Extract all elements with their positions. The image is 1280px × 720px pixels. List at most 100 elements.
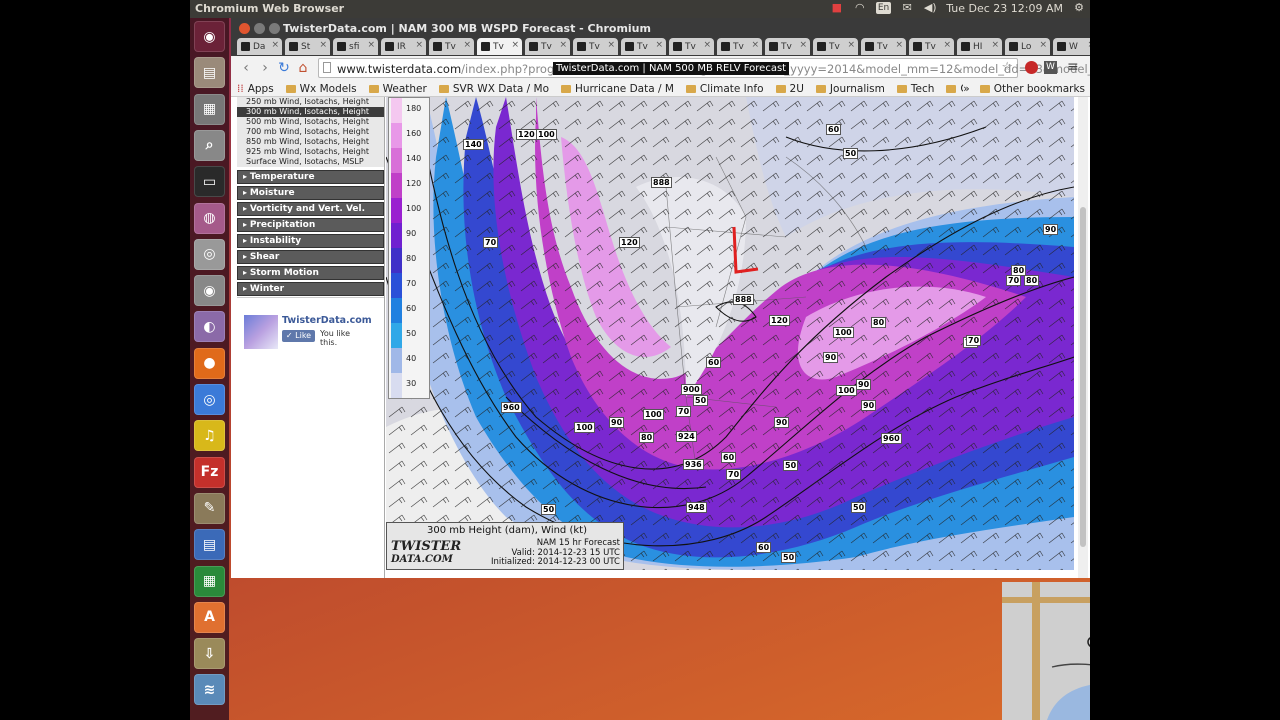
chromium-icon[interactable]: ◎: [194, 384, 225, 415]
calc-sheet-icon[interactable]: ▦: [194, 565, 225, 597]
bookmark-item[interactable]: Other: [946, 83, 963, 95]
browser-tab[interactable]: IR ×: [381, 38, 426, 55]
page-scrollbar[interactable]: [1078, 97, 1088, 578]
headphones-icon[interactable]: ♫: [194, 420, 225, 452]
browser-tab[interactable]: Tv ×: [525, 38, 570, 55]
writer-icon[interactable]: ▤: [194, 529, 225, 561]
facebook-like-button[interactable]: ✓ Like: [282, 330, 315, 342]
browser-tab[interactable]: HI ×: [957, 38, 1002, 55]
close-tab-icon[interactable]: ×: [895, 40, 903, 50]
filezilla-icon[interactable]: Fz: [194, 456, 225, 488]
gear-icon[interactable]: ⚙: [1072, 1, 1086, 15]
browser-tab[interactable]: St ×: [285, 38, 330, 55]
media-icon[interactable]: ◍: [194, 202, 225, 234]
home-button[interactable]: ⌂: [295, 60, 311, 76]
close-tab-icon[interactable]: ×: [991, 40, 999, 50]
facebook-page-name[interactable]: TwisterData.com: [282, 315, 372, 326]
close-tab-icon[interactable]: ×: [799, 40, 807, 50]
bookmark-item[interactable]: SVR WX Data / Mo: [438, 83, 549, 95]
close-tab-icon[interactable]: ×: [463, 40, 471, 50]
browser-tab[interactable]: Da ×: [237, 38, 282, 55]
layers-icon[interactable]: ≋: [194, 674, 225, 706]
bookmark-item[interactable]: Journalism: [815, 83, 885, 95]
facebook-page-thumbnail[interactable]: [244, 315, 278, 349]
maximize-window-button[interactable]: [269, 23, 280, 34]
browser-tab[interactable]: Tv ×: [429, 38, 474, 55]
downloads-icon[interactable]: ⇩: [194, 638, 225, 670]
bookmark-item[interactable]: Hurricane Data / M: [561, 83, 674, 95]
browser-tab[interactable]: Tv ×: [573, 38, 618, 55]
close-tab-icon[interactable]: ×: [607, 40, 615, 50]
forecast-map[interactable]: 180 160 140 120 100 90 80 70 60 50 40 30 120 100 140 8…: [386, 97, 1074, 570]
product-link[interactable]: 925 mb Wind, Isotachs, Height: [237, 147, 384, 157]
wifi-icon[interactable]: ◠: [853, 1, 867, 15]
close-tab-icon[interactable]: ×: [559, 40, 567, 50]
browser-tab[interactable]: Lo ×: [1005, 38, 1050, 55]
wordpress-extension-icon[interactable]: W: [1044, 61, 1057, 74]
browser-tab[interactable]: Tv ×: [765, 38, 810, 55]
webcam-tool-icon[interactable]: ◎: [194, 238, 225, 270]
close-tab-icon[interactable]: ×: [271, 40, 279, 50]
bookmark-item[interactable]: Wx Models: [285, 83, 357, 95]
volume-icon[interactable]: ◀): [923, 1, 937, 15]
category-toggle[interactable]: Shear: [237, 250, 384, 264]
browser-tab[interactable]: Tv ×: [477, 38, 522, 55]
category-toggle[interactable]: Storm Motion: [237, 266, 384, 280]
page-scrollbar-thumb[interactable]: [1080, 207, 1086, 547]
back-button[interactable]: ‹: [238, 60, 254, 76]
clock[interactable]: Tue Dec 23 12:09 AM: [946, 2, 1063, 15]
bookmark-item[interactable]: Tech: [896, 83, 934, 95]
category-toggle[interactable]: Precipitation: [237, 218, 384, 232]
ubuntu-dash-icon[interactable]: ◉: [194, 21, 225, 52]
forward-button[interactable]: ›: [257, 60, 273, 76]
extension-icon[interactable]: [1025, 61, 1038, 74]
close-window-button[interactable]: [239, 23, 250, 34]
terminal-icon[interactable]: ▭: [194, 166, 225, 198]
camera-icon[interactable]: ◉: [194, 275, 225, 307]
close-tab-icon[interactable]: ×: [367, 40, 375, 50]
category-toggle[interactable]: Temperature: [237, 170, 384, 184]
close-tab-icon[interactable]: ×: [511, 40, 519, 50]
files-icon[interactable]: ▤: [194, 57, 225, 89]
browser-tab[interactable]: W×: [1053, 38, 1090, 55]
browser-tab[interactable]: Tv ×: [813, 38, 858, 55]
bookmark-item[interactable]: Climate Info: [685, 83, 764, 95]
product-link[interactable]: 700 mb Wind, Isotachs, Height: [237, 127, 384, 137]
close-tab-icon[interactable]: ×: [847, 40, 855, 50]
product-link[interactable]: Surface Wind, Isotachs, MSLP: [237, 157, 384, 167]
bookmark-star-icon[interactable]: ☆: [1001, 60, 1013, 75]
close-tab-icon[interactable]: ×: [319, 40, 327, 50]
close-tab-icon[interactable]: ×: [655, 40, 663, 50]
keyboard-layout-indicator[interactable]: En: [875, 2, 892, 14]
close-tab-icon[interactable]: ×: [703, 40, 711, 50]
browser-tab[interactable]: sfi ×: [333, 38, 378, 55]
firefox-icon[interactable]: ●: [194, 347, 225, 379]
category-toggle[interactable]: Moisture: [237, 186, 384, 200]
software-center-icon[interactable]: A: [194, 601, 225, 633]
bookmark-item[interactable]: 2U: [775, 83, 804, 95]
gimp-icon[interactable]: ✎: [194, 492, 225, 524]
close-tab-icon[interactable]: ×: [943, 40, 951, 50]
camera-indicator-icon[interactable]: ■: [830, 1, 844, 15]
close-tab-icon[interactable]: ×: [1087, 40, 1090, 50]
category-toggle[interactable]: Vorticity and Vert. Vel.: [237, 202, 384, 216]
browser-tab[interactable]: Tv ×: [909, 38, 954, 55]
other-bookmarks-folder[interactable]: Other bookmarks: [979, 83, 1085, 95]
product-link[interactable]: 500 mb Wind, Isotachs, Height: [237, 117, 384, 127]
category-toggle[interactable]: Winter: [237, 282, 384, 296]
more-bookmarks-button[interactable]: »: [963, 83, 969, 95]
product-link[interactable]: 250 mb Wind, Isotachs, Height: [237, 97, 384, 107]
minimize-window-button[interactable]: [254, 23, 265, 34]
reload-button[interactable]: ↻: [276, 60, 292, 76]
browser-tab[interactable]: Tv ×: [669, 38, 714, 55]
browser-tab[interactable]: Tv ×: [861, 38, 906, 55]
bookmark-item[interactable]: Weather: [368, 83, 427, 95]
bookmark-item[interactable]: ⁞⁞ Apps: [237, 83, 274, 95]
pidgin-icon[interactable]: ◐: [194, 311, 225, 343]
close-tab-icon[interactable]: ×: [751, 40, 759, 50]
product-link[interactable]: 300 mb Wind, Isotachs, Height: [237, 107, 384, 117]
category-toggle[interactable]: Instability: [237, 234, 384, 248]
calculator-icon[interactable]: ▦: [194, 93, 225, 125]
product-link[interactable]: 850 mb Wind, Isotachs, Height: [237, 137, 384, 147]
close-tab-icon[interactable]: ×: [1039, 40, 1047, 50]
